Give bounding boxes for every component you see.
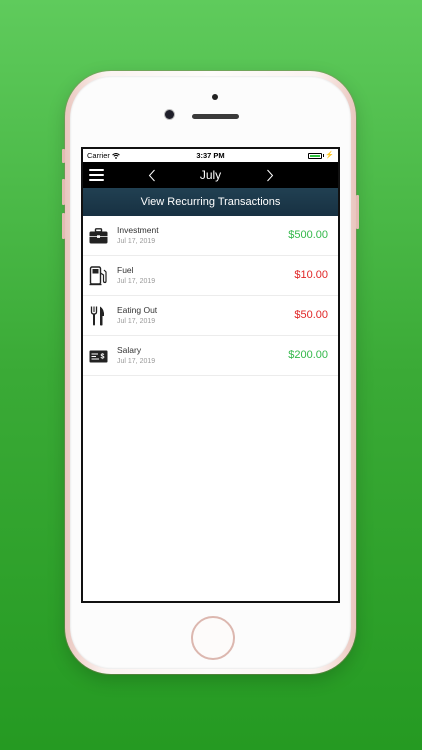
charging-bolt-icon: ⚡	[325, 152, 334, 159]
transaction-row-fuel[interactable]: Fuel Jul 17, 2019 $10.00	[83, 256, 338, 296]
transaction-amount: $10.00	[294, 269, 328, 281]
transaction-amount: $50.00	[294, 309, 328, 321]
fork-knife-icon	[88, 306, 108, 326]
transaction-date: Jul 17, 2019	[117, 318, 156, 325]
transaction-name: Eating Out	[117, 305, 158, 315]
mute-switch	[62, 149, 65, 163]
power-button	[356, 195, 359, 229]
volume-up-button	[62, 179, 65, 205]
home-button[interactable]	[191, 616, 235, 660]
status-bar: Carrier 3:37 PM ⚡	[83, 149, 338, 162]
transaction-name: Fuel	[117, 265, 134, 275]
battery-indicator: ⚡	[308, 152, 334, 159]
svg-text:$: $	[100, 353, 104, 360]
front-camera	[165, 110, 174, 119]
earpiece-speaker	[192, 114, 239, 119]
fuel-pump-icon	[88, 266, 108, 286]
chevron-right-icon	[267, 169, 274, 181]
transaction-row-investment[interactable]: Investment Jul 17, 2019 $500.00	[83, 216, 338, 256]
next-month-button[interactable]	[258, 162, 282, 188]
proximity-sensor	[212, 94, 218, 100]
transaction-name: Salary	[117, 345, 142, 355]
month-title: July	[199, 168, 222, 182]
volume-down-button	[62, 213, 65, 239]
paycheck-icon: $	[88, 346, 108, 366]
recurring-label: View Recurring Transactions	[140, 196, 281, 208]
transaction-name: Investment	[117, 225, 159, 235]
transaction-amount: $500.00	[288, 229, 328, 241]
transaction-amount: $200.00	[288, 349, 328, 361]
transaction-date: Jul 17, 2019	[117, 238, 156, 245]
briefcase-icon	[88, 226, 108, 246]
app-screen: Carrier 3:37 PM ⚡ July View Recurring Tr…	[81, 147, 340, 603]
battery-icon	[308, 152, 323, 159]
status-time: 3:37 PM	[196, 151, 225, 160]
transaction-row-salary[interactable]: $ Salary Jul 17, 2019 $200.00	[83, 336, 338, 376]
transaction-row-eating-out[interactable]: Eating Out Jul 17, 2019 $50.00	[83, 296, 338, 336]
transaction-list: Investment Jul 17, 2019 $500.00 Fuel Jul…	[83, 216, 338, 376]
month-nav-bar: July	[83, 162, 338, 188]
transaction-date: Jul 17, 2019	[117, 278, 156, 285]
transaction-date: Jul 17, 2019	[117, 358, 156, 365]
view-recurring-transactions-button[interactable]: View Recurring Transactions	[83, 188, 338, 216]
